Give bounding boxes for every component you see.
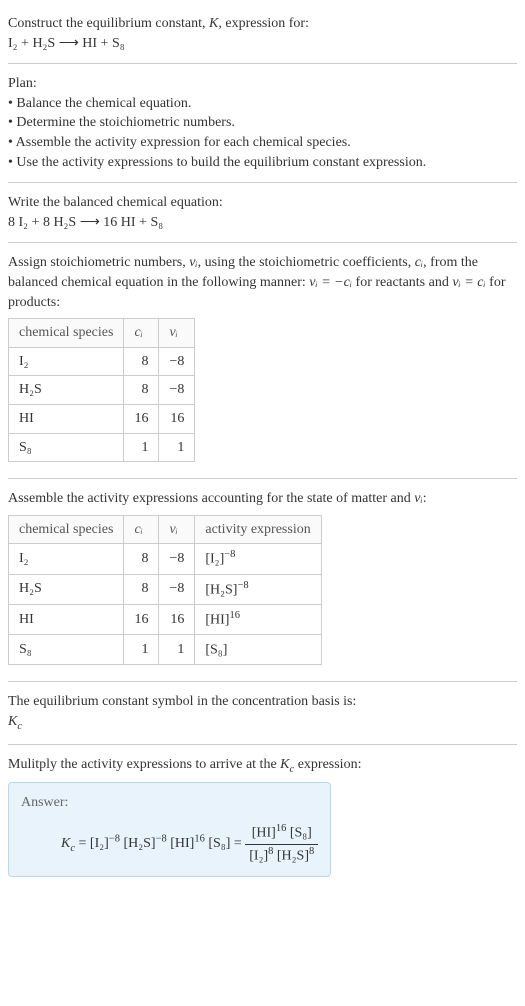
prompt-text-2: , expression for: [218, 16, 309, 31]
cell-nui: −8 [159, 376, 195, 405]
multiply-section: Mulitply the activity expressions to arr… [8, 749, 517, 883]
unbalanced-equation: I₂ + H₂S ⟶ HI + S₈ [8, 36, 125, 51]
cell-activity: [I₂]−8 [195, 544, 321, 574]
cell-ci: 1 [124, 433, 159, 462]
cell-species: H₂S [9, 574, 124, 604]
cell-species: H₂S [9, 376, 124, 405]
col-activity: activity expression [195, 515, 321, 544]
divider [8, 478, 517, 479]
answer-expression: Kc = [I₂]−8 [H₂S]−8 [HI]16 [S₈] = [HI]16… [61, 822, 318, 866]
balanced-intro: Write the balanced chemical equation: [8, 193, 517, 213]
cell-nui: −8 [159, 347, 195, 376]
stoichiometry-table: chemical species cᵢ νᵢ I₂ 8 −8 H₂S 8 −8 … [8, 318, 195, 462]
plan-title: Plan: [8, 74, 517, 94]
assemble-section: Assemble the activity expressions accoun… [8, 483, 517, 677]
cell-ci: 8 [124, 376, 159, 405]
plan-item-2: • Determine the stoichiometric numbers. [8, 113, 517, 133]
assemble-text-1: Assemble the activity expressions accoun… [8, 491, 414, 506]
cell-species: S₈ [9, 433, 124, 462]
assign-nu: νᵢ [189, 255, 197, 270]
symbol-section: The equilibrium constant symbol in the c… [8, 686, 517, 740]
divider [8, 681, 517, 682]
cell-species: HI [9, 604, 124, 634]
table-row: S₈ 1 1 [S₈] [9, 635, 322, 665]
cell-activity: [H₂S]−8 [195, 574, 321, 604]
table-row: I₂ 8 −8 [I₂]−8 [9, 544, 322, 574]
cell-activity: [HI]16 [195, 604, 321, 634]
plan-item-3: • Assemble the activity expression for e… [8, 133, 517, 153]
col-ci: cᵢ [124, 319, 159, 348]
cell-ci: 16 [124, 404, 159, 433]
prompt-section: Construct the equilibrium constant, K, e… [8, 8, 517, 59]
table-header-row: chemical species cᵢ νᵢ [9, 319, 195, 348]
col-species: chemical species [9, 319, 124, 348]
plan-section: Plan: • Balance the chemical equation. •… [8, 68, 517, 178]
multiply-text-2: expression: [294, 757, 361, 772]
numerator: [HI]16 [S₈] [245, 822, 318, 844]
cell-nui: 1 [159, 635, 195, 665]
assign-rel2: νᵢ = cᵢ [452, 275, 485, 290]
symbol-kc: Kc [8, 712, 517, 734]
table-row: H₂S 8 −8 [9, 376, 195, 405]
answer-box: Answer: Kc = [I₂]−8 [H₂S]−8 [HI]16 [S₈] … [8, 782, 331, 877]
table-header-row: chemical species cᵢ νᵢ activity expressi… [9, 515, 322, 544]
answer-label: Answer: [21, 793, 318, 813]
balanced-section: Write the balanced chemical equation: 8 … [8, 187, 517, 238]
table-row: S₈ 1 1 [9, 433, 195, 462]
cell-ci: 8 [124, 544, 159, 574]
assign-text-1: Assign stoichiometric numbers, [8, 255, 189, 270]
divider [8, 242, 517, 243]
cell-species: I₂ [9, 347, 124, 376]
prompt-text-1: Construct the equilibrium constant, [8, 16, 209, 31]
divider [8, 182, 517, 183]
col-ci: cᵢ [124, 515, 159, 544]
cell-species: S₈ [9, 635, 124, 665]
cell-ci: 1 [124, 635, 159, 665]
cell-nui: −8 [159, 574, 195, 604]
assign-section: Assign stoichiometric numbers, νᵢ, using… [8, 247, 517, 474]
plan-item-4: • Use the activity expressions to build … [8, 153, 517, 173]
cell-nui: 1 [159, 433, 195, 462]
cell-nui: 16 [159, 404, 195, 433]
assign-rel1: νᵢ = −cᵢ [309, 275, 352, 290]
col-nui: νᵢ [159, 515, 195, 544]
col-nui: νᵢ [159, 319, 195, 348]
assemble-nu: νᵢ [414, 491, 422, 506]
balanced-equation: 8 I₂ + 8 H₂S ⟶ 16 HI + S₈ [8, 213, 517, 233]
assign-text-2: , using the stoichiometric coefficients, [198, 255, 415, 270]
table-row: H₂S 8 −8 [H₂S]−8 [9, 574, 322, 604]
prompt-K: K [209, 16, 218, 31]
activity-table: chemical species cᵢ νᵢ activity expressi… [8, 515, 322, 666]
divider [8, 744, 517, 745]
symbol-intro: The equilibrium constant symbol in the c… [8, 692, 517, 712]
cell-ci: 8 [124, 574, 159, 604]
assemble-text-2: : [423, 491, 427, 506]
table-row: HI 16 16 [HI]16 [9, 604, 322, 634]
multiply-text-1: Mulitply the activity expressions to arr… [8, 757, 280, 772]
divider [8, 63, 517, 64]
cell-nui: −8 [159, 544, 195, 574]
cell-ci: 8 [124, 347, 159, 376]
col-species: chemical species [9, 515, 124, 544]
denominator: [I₂]8 [H₂S]8 [245, 845, 318, 866]
fraction: [HI]16 [S₈][I₂]8 [H₂S]8 [245, 822, 318, 866]
cell-species: HI [9, 404, 124, 433]
assign-text-4: for reactants and [352, 275, 452, 290]
cell-nui: 16 [159, 604, 195, 634]
table-row: I₂ 8 −8 [9, 347, 195, 376]
cell-ci: 16 [124, 604, 159, 634]
assign-c: cᵢ [415, 255, 423, 270]
cell-activity: [S₈] [195, 635, 321, 665]
plan-item-1: • Balance the chemical equation. [8, 94, 517, 114]
table-row: HI 16 16 [9, 404, 195, 433]
cell-species: I₂ [9, 544, 124, 574]
